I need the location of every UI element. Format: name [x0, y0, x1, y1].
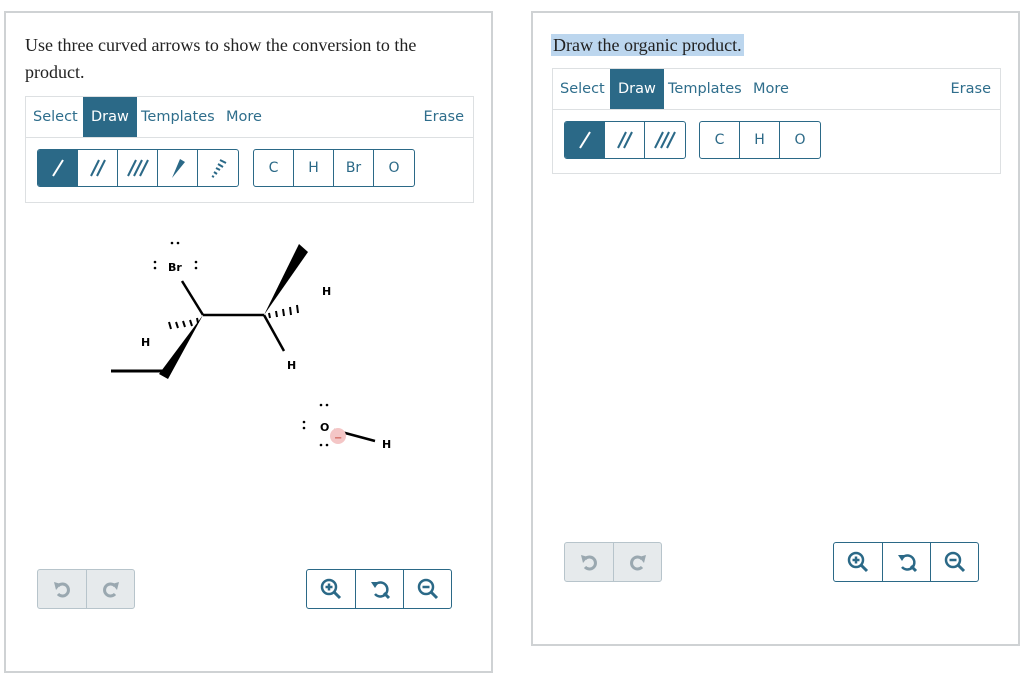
wedge-bond-c2-ch3 — [264, 244, 308, 315]
question-prompt: Use three curved arrows to show the conv… — [25, 35, 417, 82]
atom-c-button[interactable]: C — [254, 150, 294, 186]
undo-redo-group — [564, 542, 662, 582]
bond-tool-group — [37, 149, 239, 187]
negative-charge: − — [334, 433, 342, 444]
reset-zoom-icon[interactable] — [882, 543, 930, 581]
atom-h: H — [382, 438, 391, 451]
wedge-bond-icon[interactable] — [158, 150, 198, 186]
double-bond-icon[interactable] — [78, 150, 118, 186]
atom-o-button[interactable]: O — [374, 150, 414, 186]
zoom-in-icon[interactable] — [307, 570, 355, 608]
question-prompt: Draw the organic product. — [551, 32, 744, 59]
zoom-out-icon[interactable] — [930, 543, 978, 581]
templates-tab[interactable]: Templates — [141, 97, 215, 137]
wedge-bond-c1-ch3 — [159, 315, 203, 379]
atom-h: H — [322, 285, 331, 298]
draw-tab[interactable]: Draw — [83, 97, 137, 137]
atom-tool-group: C H Br O — [253, 149, 415, 187]
redo-icon[interactable] — [613, 543, 661, 581]
single-bond-icon[interactable] — [38, 150, 78, 186]
select-tab[interactable]: Select — [33, 97, 78, 137]
bond-tool-group — [564, 121, 686, 159]
hash-bond-icon[interactable] — [198, 150, 238, 186]
atom-h-button[interactable]: H — [294, 150, 334, 186]
triple-bond-icon[interactable] — [645, 122, 685, 158]
editor-menubar: Select Draw Templates More Erase — [553, 69, 1000, 110]
templates-tab[interactable]: Templates — [668, 69, 742, 109]
left-question-panel: Use three curved arrows to show the conv… — [4, 11, 493, 673]
hash-bond-c2-h — [268, 304, 299, 319]
atom-c-button[interactable]: C — [700, 122, 740, 158]
atom-br: Br — [168, 261, 182, 274]
single-bond-icon[interactable] — [565, 122, 605, 158]
right-question-panel: Draw the organic product. Select Draw Te… — [531, 11, 1020, 646]
atom-h: H — [141, 336, 150, 349]
bond-c1-br — [180, 280, 205, 316]
erase-button[interactable]: Erase — [424, 97, 464, 137]
atom-tool-group: C H O — [699, 121, 821, 159]
undo-redo-group — [37, 569, 135, 609]
drawing-toolbar: Select Draw Templates More Erase C H O — [552, 68, 1001, 174]
hash-bond-c1-h — [168, 317, 199, 330]
zoom-group — [833, 542, 979, 582]
double-bond-icon[interactable] — [605, 122, 645, 158]
atom-o: O — [320, 421, 329, 434]
select-tab[interactable]: Select — [560, 69, 605, 109]
more-tab[interactable]: More — [753, 69, 789, 109]
triple-bond-icon[interactable] — [118, 150, 158, 186]
reset-zoom-icon[interactable] — [355, 570, 403, 608]
question-prompt-text: Draw the organic product. — [551, 34, 744, 56]
editor-menubar: Select Draw Templates More Erase — [26, 97, 473, 138]
bond-c2-h — [262, 314, 286, 352]
drawing-canvas[interactable]: Br H H H − O H — [6, 213, 491, 473]
zoom-out-icon[interactable] — [403, 570, 451, 608]
zoom-in-icon[interactable] — [834, 543, 882, 581]
atom-h-button[interactable]: H — [740, 122, 780, 158]
atom-h: H — [287, 359, 296, 372]
undo-icon[interactable] — [38, 570, 86, 608]
undo-icon[interactable] — [565, 543, 613, 581]
drawing-toolbar: Select Draw Templates More Erase C H Br … — [25, 96, 474, 203]
atom-br-button[interactable]: Br — [334, 150, 374, 186]
zoom-group — [306, 569, 452, 609]
draw-tab[interactable]: Draw — [610, 69, 664, 109]
erase-button[interactable]: Erase — [951, 69, 991, 109]
atom-o-button[interactable]: O — [780, 122, 820, 158]
more-tab[interactable]: More — [226, 97, 262, 137]
drawing-canvas[interactable] — [552, 174, 1001, 534]
redo-icon[interactable] — [86, 570, 134, 608]
